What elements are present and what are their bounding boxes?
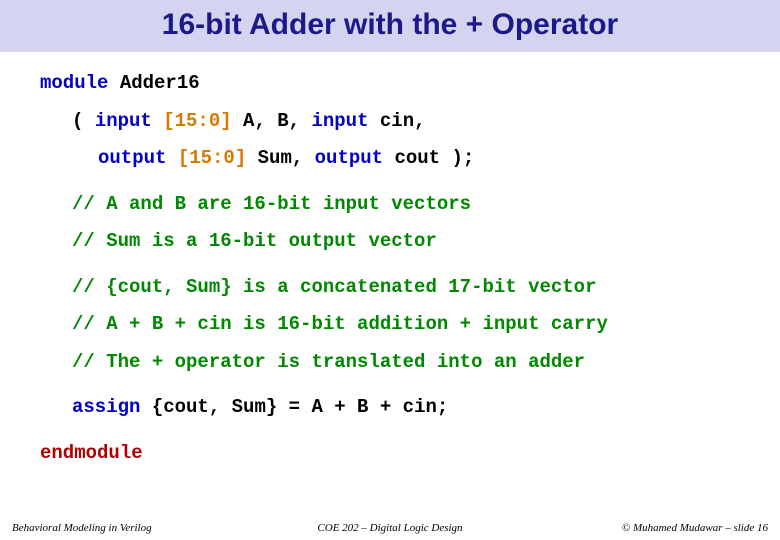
module-name: Adder16 [108, 72, 199, 94]
sig-ab: A, B, [243, 110, 311, 132]
footer-right: © Muhamed Mudawar – slide 16 [516, 522, 768, 534]
slide-title-bar: 16-bit Adder with the + Operator [0, 0, 780, 52]
code-line-ports1: ( input [15:0] A, B, input cin, [40, 108, 740, 136]
comment-3: // {cout, Sum} is a concatenated 17-bit … [40, 274, 740, 302]
kw-endmodule: endmodule [40, 440, 740, 468]
gap [40, 183, 740, 191]
slide-footer: Behavioral Modeling in Verilog COE 202 –… [0, 518, 780, 540]
assign-expr: {cout, Sum} = A + B + cin; [140, 396, 448, 418]
comment-4: // A + B + cin is 16-bit addition + inpu… [40, 311, 740, 339]
range2: [15:0] [166, 147, 257, 169]
open-paren: ( [72, 110, 95, 132]
kw-assign: assign [72, 396, 140, 418]
code-line-ports2: output [15:0] Sum, output cout ); [40, 145, 740, 173]
footer-center: COE 202 – Digital Logic Design [264, 522, 516, 534]
code-block: module Adder16 ( input [15:0] A, B, inpu… [0, 52, 780, 467]
slide-title: 16-bit Adder with the + Operator [0, 8, 780, 42]
comment-2: // Sum is a 16-bit output vector [40, 228, 740, 256]
gap [40, 386, 740, 394]
sig-cout: cout ); [383, 147, 474, 169]
comment-5: // The + operator is translated into an … [40, 349, 740, 377]
kw-output2: output [315, 147, 383, 169]
code-line-module: module Adder16 [40, 70, 740, 98]
kw-input1: input [95, 110, 152, 132]
code-line-assign: assign {cout, Sum} = A + B + cin; [40, 394, 740, 422]
kw-input2: input [311, 110, 368, 132]
kw-output1: output [98, 147, 166, 169]
comment-1: // A and B are 16-bit input vectors [40, 191, 740, 219]
range1: [15:0] [152, 110, 243, 132]
gap [40, 266, 740, 274]
kw-module: module [40, 72, 108, 94]
footer-left: Behavioral Modeling in Verilog [12, 522, 264, 534]
sig-sum: Sum, [258, 147, 315, 169]
sig-cin: cin, [368, 110, 425, 132]
gap [40, 432, 740, 440]
